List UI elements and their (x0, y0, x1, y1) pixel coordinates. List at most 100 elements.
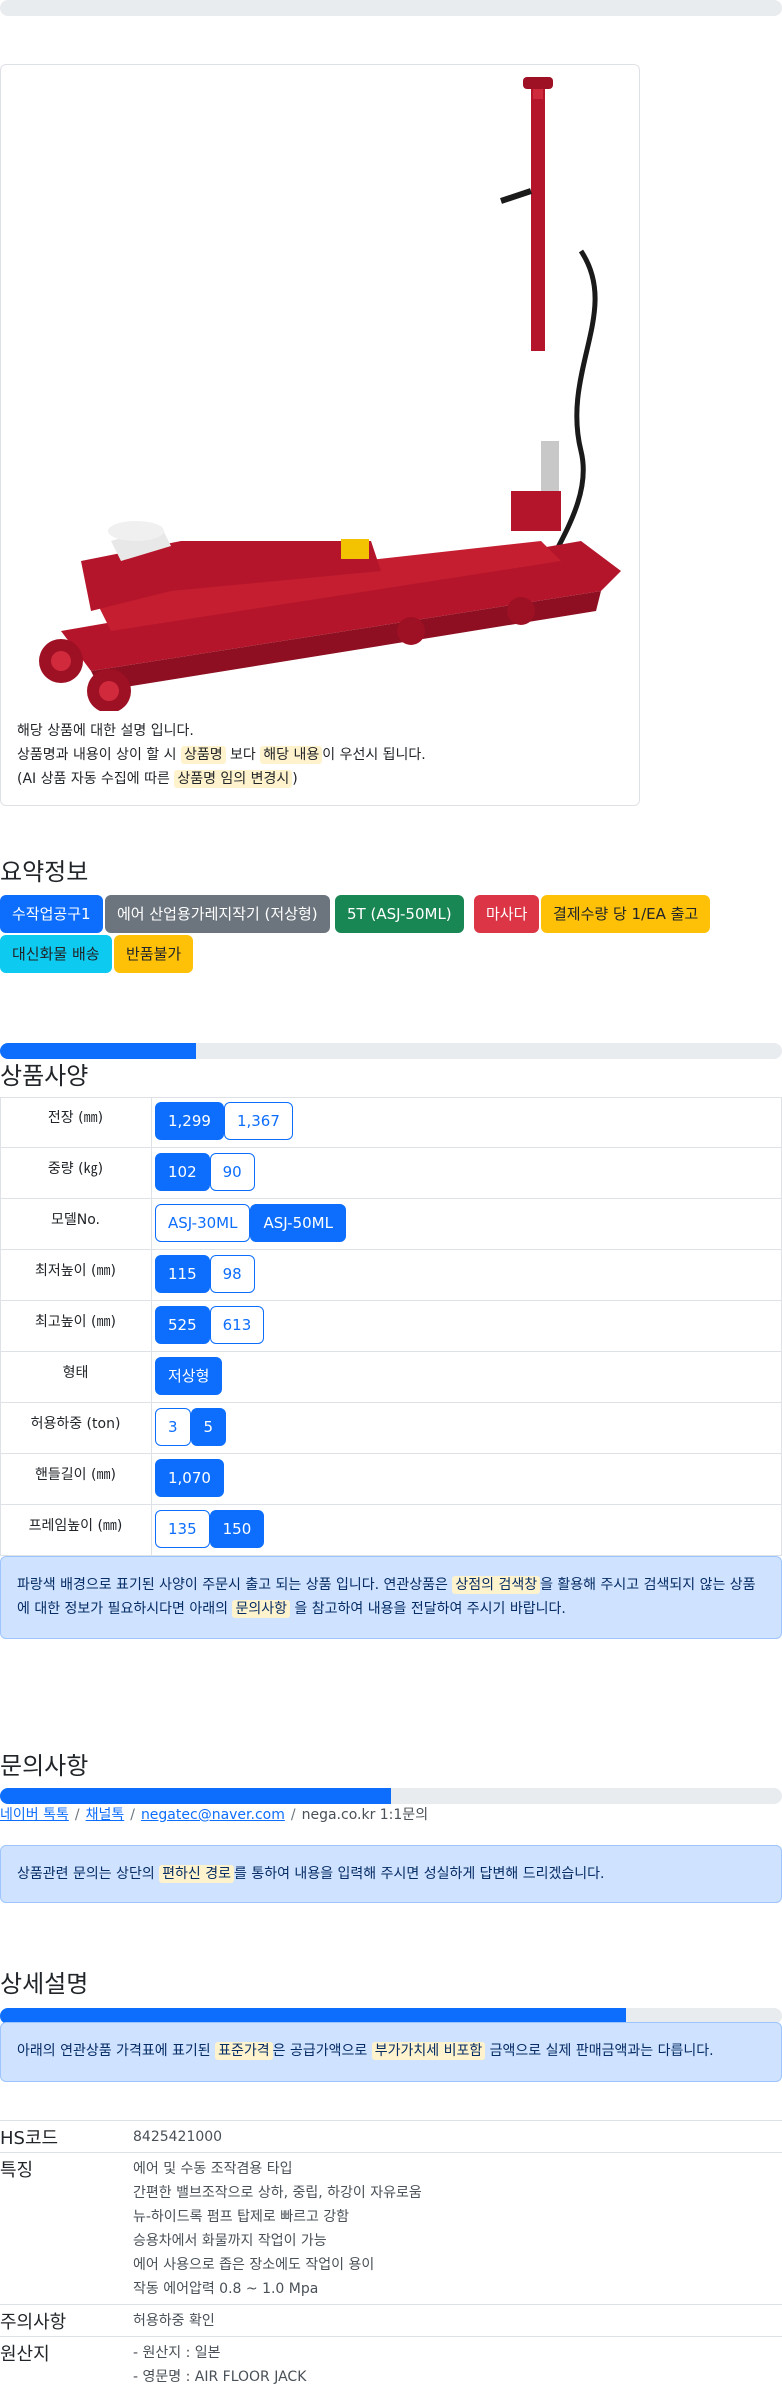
desc-text: ) (292, 771, 298, 787)
detail-info-key: HS코드 (0, 2128, 59, 2149)
product-description: 해당 상품에 대한 설명 입니다. 상품명과 내용이 상이 할 시 상품명 보다… (17, 719, 426, 791)
spec-label: 최고높이 (㎜) (0, 1301, 152, 1351)
desc-text: 이 우선시 됩니다. (322, 747, 426, 763)
desc-text: (AI 상품 자동 수집에 따른 (17, 771, 175, 787)
product-card: 해당 상품에 대한 설명 입니다. 상품명과 내용이 상이 할 시 상품명 보다… (0, 64, 640, 806)
desc-highlight-rename: 상품명 임의 변경시 (174, 770, 293, 788)
naver-talk-link[interactable]: 네이버 톡톡 (0, 1807, 69, 1823)
spec-row: 형태 저상형 (0, 1352, 782, 1403)
detail-info-value: 8425421000 (133, 2125, 222, 2149)
detail-info-line: 에어 사용으로 좁은 장소에도 작업이 용이 (133, 2257, 375, 2273)
separator: / (74, 1807, 80, 1823)
spec-option-selected[interactable]: 102 (155, 1153, 210, 1191)
spec-option-selected[interactable]: 저상형 (155, 1357, 223, 1395)
inquiry-progress-fill (0, 1788, 391, 1804)
inquiry-notice: 상품관련 문의는 상단의 편하신 경로 를 통하여 내용을 입력해 주시면 성실하… (0, 1845, 782, 1903)
notice-text: 상품관련 문의는 상단의 (17, 1866, 160, 1882)
spec-option[interactable]: ASJ-30ML (155, 1204, 251, 1242)
badge-product-type: 에어 산업용가레지작기 (저상형) (105, 895, 330, 933)
notice-text: 파랑색 배경으로 표기된 사양이 주문시 출고 되는 상품 입니다. 연관상품은 (17, 1577, 453, 1593)
badge-shipping: 대신화물 배송 (0, 935, 112, 973)
spec-option-selected[interactable]: 115 (155, 1255, 210, 1293)
spec-row: 최저높이 (㎜) 115 98 (0, 1250, 782, 1301)
badge-model: 5T (ASJ-50ML) (335, 895, 464, 933)
detail-info-key: 주의사항 (0, 2312, 67, 2333)
product-image (39, 77, 621, 711)
detail-info-line: 허용하중 확인 (133, 2313, 215, 2329)
spec-option[interactable]: 98 (209, 1255, 255, 1293)
desc-line-3: (AI 상품 자동 수집에 따른 상품명 임의 변경시) (17, 767, 426, 791)
spec-option[interactable]: 3 (155, 1408, 191, 1446)
detail-info-row: HS코드 8425421000 (0, 2120, 782, 2152)
notice-highlight-standard-price: 표준가격 (215, 2042, 273, 2060)
spec-row: 프레임높이 (㎜) 135 150 (0, 1505, 782, 1556)
desc-highlight-product-name: 상품명 (180, 746, 226, 764)
inquiry-title: 문의사항 (0, 1752, 89, 1780)
inquiry-progress (0, 1788, 782, 1804)
desc-highlight-content: 해당 내용 (260, 746, 323, 764)
spec-label: 중량 (㎏) (0, 1148, 152, 1198)
spec-label: 전장 (㎜) (0, 1097, 152, 1147)
spec-label: 허용하중 (ton) (0, 1403, 152, 1453)
badge-category: 수작업공구1 (0, 895, 103, 933)
specs-title: 상품사양 (0, 1062, 89, 1090)
spec-label: 형태 (0, 1352, 152, 1402)
desc-line-1: 해당 상품에 대한 설명 입니다. (17, 723, 194, 739)
spec-options: 35 (155, 1408, 227, 1448)
spec-option-selected[interactable]: 525 (155, 1306, 210, 1344)
detail-info-line: 에어 및 수동 조작겸용 타입 (133, 2161, 293, 2177)
spec-option[interactable]: 90 (209, 1153, 255, 1191)
spec-options: ASJ-30ML ASJ-50ML (155, 1204, 346, 1244)
detail-info-value: 에어 및 수동 조작겸용 타입간편한 밸브조작으로 상하, 중립, 하강이 자유… (133, 2157, 422, 2301)
detail-info-line: - 영문명 : AIR FLOOR JACK (133, 2369, 307, 2385)
spec-label: 핸들길이 (㎜) (0, 1454, 152, 1504)
detail-info-row: 특징 에어 및 수동 조작겸용 타입 간편한 밸브조작으로 상하, 중립, 하강이 … (0, 2152, 782, 2304)
spec-options: 115 98 (155, 1255, 255, 1295)
spec-option-selected[interactable]: ASJ-50ML (250, 1204, 346, 1242)
spec-options: 1,070 (155, 1459, 224, 1499)
detail-info-line: 간편한 밸브조작으로 상하, 중립, 하강이 자유로움 (133, 2185, 422, 2201)
spec-options: 135 150 (155, 1510, 265, 1550)
spec-row: 중량 (㎏) 102 90 (0, 1148, 782, 1199)
spec-row: 핸들길이 (㎜) 1,070 (0, 1454, 782, 1505)
separator: / (290, 1807, 296, 1823)
spec-option[interactable]: 135 (155, 1510, 210, 1548)
notice-text: 를 통하여 내용을 입력해 주시면 성실하게 답변해 드리겠습니다. (234, 1866, 605, 1882)
top-progress-bar (0, 0, 782, 16)
badge-quantity: 결제수량 당 1/EA 출고 (541, 895, 711, 933)
channel-talk-link[interactable]: 채널톡 (86, 1807, 125, 1823)
inquiry-links: 네이버 톡톡 / 채널톡 / negatec@naver.com / nega.co.kr … (0, 1804, 428, 1824)
separator: / (130, 1807, 135, 1823)
detail-info-value: - 원산지 : 일본 - 영문명 : AIR FLOOR JACK (133, 2341, 306, 2389)
detail-info-row: 원산지 - 원산지 : 일본 - 영문명 : AIR FLOOR JACK (0, 2336, 782, 2392)
detail-info-line: 8425421000 (133, 2129, 223, 2145)
spec-option-selected[interactable]: 1,070 (155, 1459, 224, 1497)
spec-label: 최저높이 (㎜) (0, 1250, 152, 1300)
email-link[interactable]: negatec@naver.com (141, 1807, 285, 1823)
notice-text: 은 공급가액으로 (272, 2043, 372, 2059)
badge-no-return: 반품불가 (114, 935, 194, 973)
detail-info-line: 승용차에서 화물까지 작업이 가능 (133, 2233, 327, 2249)
notice-highlight-route: 편하신 경로 (159, 1865, 235, 1883)
detail-info-line: 작동 에어압력 0.8 ~ 1.0 Mpa (133, 2281, 319, 2297)
spec-option-selected[interactable]: 5 (190, 1408, 227, 1446)
spec-notice: 파랑색 배경으로 표기된 사양이 주문시 출고 되는 상품 입니다. 연관상품은… (0, 1556, 782, 1639)
spec-options: 525 613 (155, 1306, 265, 1346)
spec-options: 저상형 (155, 1357, 223, 1397)
spec-option[interactable]: 613 (209, 1306, 265, 1344)
notice-text: 을 참고하여 내용을 전달하여 주시기 바랍니다. (289, 1601, 566, 1617)
price-notice: 아래의 연관상품 가격표에 표기된 표준가격 은 공급가액으로 부가가치세 비포함… (0, 2022, 782, 2082)
desc-text: 상품명과 내용이 상이 할 시 (17, 747, 181, 763)
summary-title: 요약정보 (0, 858, 89, 886)
desc-line-2: 상품명과 내용이 상이 할 시 상품명 보다 해당 내용 이 우선시 됩니다. (17, 743, 426, 767)
spec-option-selected[interactable]: 1,299 (155, 1102, 224, 1140)
spec-label: 프레임높이 (㎜) (0, 1505, 152, 1555)
desc-text: 보다 (225, 747, 261, 763)
spec-row: 모델No. ASJ-30ML ASJ-50ML (0, 1199, 782, 1250)
spec-options: 1,299 1,367 (155, 1102, 293, 1142)
spec-option-selected[interactable]: 150 (209, 1510, 265, 1548)
detail-info-value: 허용하중 확인 (133, 2309, 215, 2333)
detail-info-key: 원산지 (0, 2344, 50, 2365)
spec-option[interactable]: 1,367 (223, 1102, 293, 1140)
notice-highlight-vat: 부가가치세 비포함 (371, 2042, 486, 2060)
